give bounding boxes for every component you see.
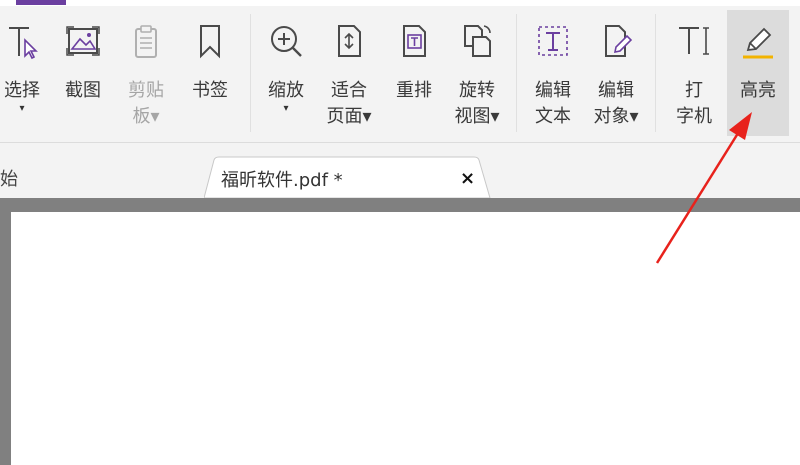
ribbon-separator: [516, 14, 517, 132]
highlight-pen-icon: [743, 27, 773, 59]
typewriter-icon: [679, 27, 709, 55]
fit-page-tool-label: 适合: [331, 80, 367, 101]
chevron-down-icon: ▾: [283, 103, 289, 114]
tab-document-label: 福昕软件.pdf *: [221, 170, 343, 191]
fit-page-tool-button[interactable]: 适合页面▾: [321, 16, 377, 136]
edit-text-icon: [538, 26, 568, 56]
text-cursor-select-icon: [9, 27, 38, 60]
zoom-tool-label: 缩放: [268, 80, 304, 101]
rotate-view-tool-label: 旋转: [459, 80, 495, 101]
clipboard-tool-label: 剪贴: [128, 80, 164, 101]
typewriter-tool-label: 打: [685, 80, 703, 101]
clipboard-tool-label-2: 板▾: [132, 106, 160, 127]
document-tab-bar: 开始 福昕软件.pdf * ×: [0, 143, 800, 198]
edit-text-tool-button[interactable]: 编辑 文本: [525, 16, 581, 136]
edit-object-tool-button[interactable]: 编辑对象▾: [588, 16, 644, 136]
tab-start-label: 开始: [0, 169, 18, 190]
clipboard-tool-button[interactable]: 剪贴板▾: [118, 16, 174, 136]
rotate-view-tool-button[interactable]: 旋转视图▾: [449, 16, 505, 136]
clipboard-icon: [135, 25, 157, 58]
close-icon[interactable]: ×: [460, 168, 475, 189]
title-bar-fragment: [0, 0, 800, 6]
zoom-in-icon: [271, 26, 302, 57]
ribbon-separator: [250, 14, 251, 132]
bookmark-icon: [200, 25, 220, 59]
pdf-page[interactable]: [11, 212, 800, 465]
tab-start[interactable]: 开始: [0, 165, 18, 195]
select-tool-label: 选择: [4, 80, 40, 101]
bookmark-tool-button[interactable]: 书签: [182, 16, 238, 136]
bookmark-tool-label: 书签: [192, 80, 228, 101]
highlight-tool-button[interactable]: 高亮: [727, 10, 789, 136]
reflow-tool-button[interactable]: 重排: [386, 16, 442, 136]
snapshot-tool-button[interactable]: 截图: [55, 16, 111, 136]
ribbon-separator: [655, 14, 656, 132]
edit-object-tool-label-2: 对象▾: [593, 106, 639, 127]
edit-object-icon: [605, 25, 633, 57]
rotate-view-tool-label-2: 视图▾: [454, 106, 500, 127]
typewriter-tool-label-2: 字机: [676, 106, 712, 127]
chevron-down-icon: ▾: [19, 103, 25, 114]
edit-object-tool-label: 编辑: [598, 80, 634, 101]
edit-text-tool-label: 编辑: [535, 80, 571, 101]
screenshot-image-icon: [66, 26, 100, 56]
rotate-view-icon: [464, 25, 491, 57]
fit-page-tool-label-2: 页面▾: [326, 106, 372, 127]
document-viewport[interactable]: [0, 198, 800, 465]
reflow-tool-label: 重排: [396, 80, 432, 101]
zoom-tool-button[interactable]: 缩放 ▾: [258, 16, 314, 136]
typewriter-tool-button[interactable]: 打字机: [666, 16, 722, 136]
ribbon-toolbar: 选择 ▾ 截图 剪贴 板▾ 书签 缩放 ▾ 适合 页面▾ 重排 旋转 视图▾ 编…: [0, 0, 800, 143]
select-tool-button[interactable]: 选择 ▾: [0, 16, 50, 136]
fit-page-icon: [338, 25, 361, 57]
highlight-tool-label: 高亮: [740, 80, 776, 101]
snapshot-tool-label: 截图: [65, 80, 101, 101]
app-logo: [16, 0, 66, 5]
reflow-icon: [403, 25, 426, 57]
edit-text-tool-label-2: 文本: [535, 106, 571, 127]
tab-document[interactable]: 福昕软件.pdf * ×: [204, 156, 492, 198]
